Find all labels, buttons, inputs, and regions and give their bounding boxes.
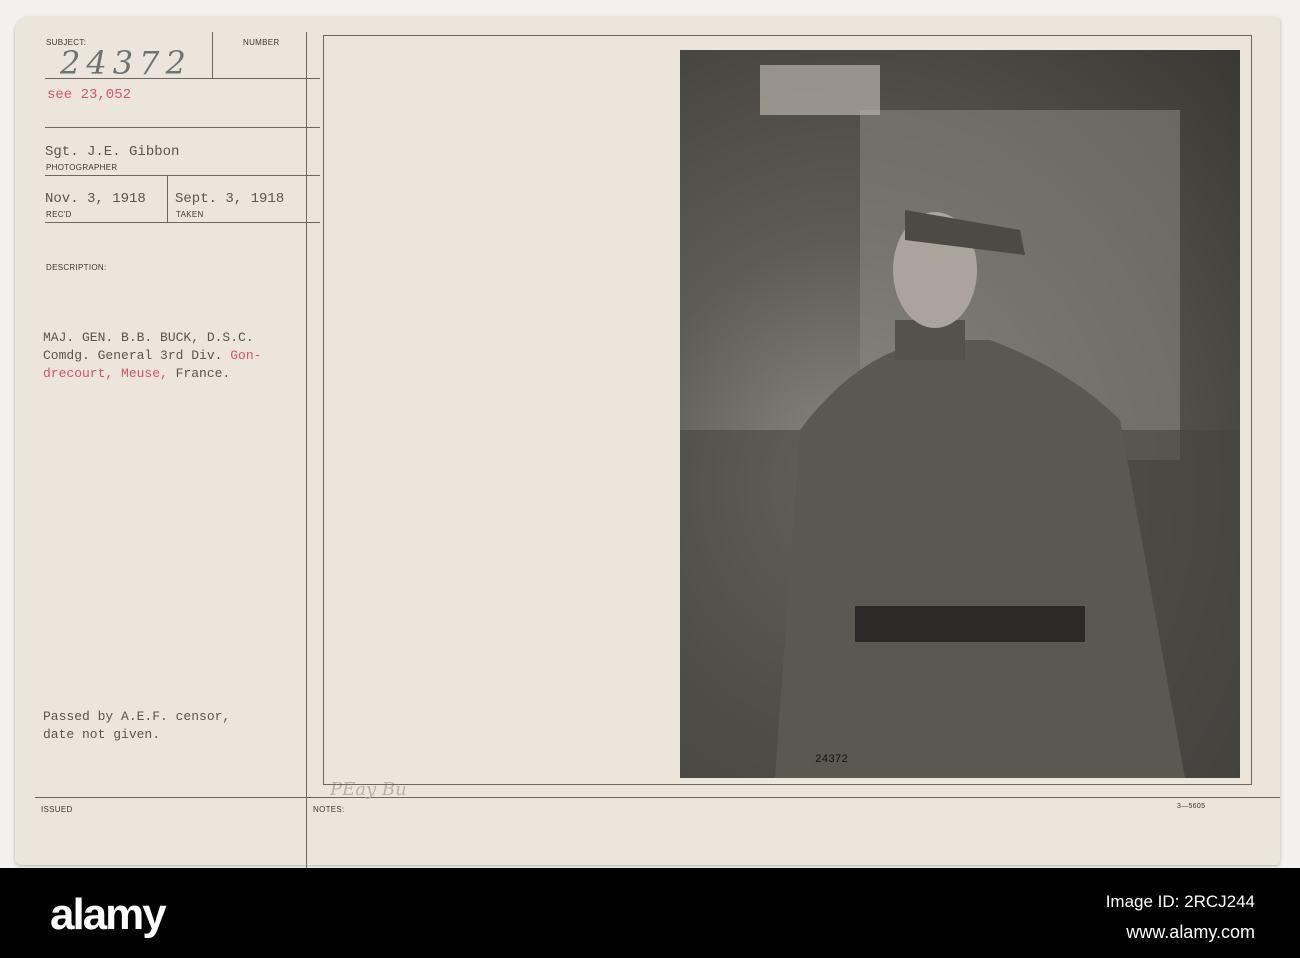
site-url[interactable]: www.alamy.com	[1126, 922, 1255, 943]
number-label: NUMBER	[243, 38, 280, 47]
see-reference: see 23,052	[47, 87, 132, 103]
divider	[167, 175, 168, 222]
officer-portrait-image: 24372	[680, 65, 1240, 778]
subject-number: 24372	[60, 44, 192, 82]
photographer-name: Sgt. J.E. Gibbon	[45, 144, 180, 160]
divider	[45, 222, 320, 223]
received-label: REC'D	[46, 210, 72, 219]
divider	[45, 127, 320, 128]
description-line: drecourt, Meuse, France.	[43, 366, 230, 381]
description-text-red: Gon-	[230, 348, 262, 363]
divider	[35, 797, 1280, 798]
divider	[212, 32, 213, 78]
notes-label: NOTES:	[313, 805, 345, 814]
alamy-logo: alamy	[50, 890, 167, 939]
censor-note: Passed by A.E.F. censor,	[43, 709, 231, 724]
portrait-photo: 24372	[680, 50, 1240, 778]
taken-date: Sept. 3, 1918	[175, 191, 285, 207]
divider	[45, 175, 320, 176]
description-text-red: drecourt, Meuse,	[43, 366, 168, 381]
divider	[306, 32, 307, 882]
watermark-banner: alamy Image ID: 2RCJ244 www.alamy.com	[0, 868, 1300, 958]
censor-note: date not given.	[43, 727, 161, 742]
description-text: France.	[167, 366, 231, 381]
form-number: 3—5605	[1177, 803, 1206, 810]
issued-label: ISSUED	[41, 805, 73, 814]
photo-number: 24372	[815, 754, 848, 766]
photographer-label: PHOTOGRAPHER	[46, 163, 118, 172]
received-date: Nov. 3, 1918	[45, 191, 146, 207]
description-line: Comdg. General 3rd Div. Gon-	[43, 348, 261, 363]
description-text: Comdg. General 3rd Div.	[43, 348, 231, 363]
taken-label: TAKEN	[176, 210, 204, 219]
description-line: MAJ. GEN. B.B. BUCK, D.S.C.	[43, 330, 254, 345]
description-label: DESCRIPTION:	[46, 263, 107, 272]
image-id: Image ID: 2RCJ244	[1105, 892, 1255, 911]
